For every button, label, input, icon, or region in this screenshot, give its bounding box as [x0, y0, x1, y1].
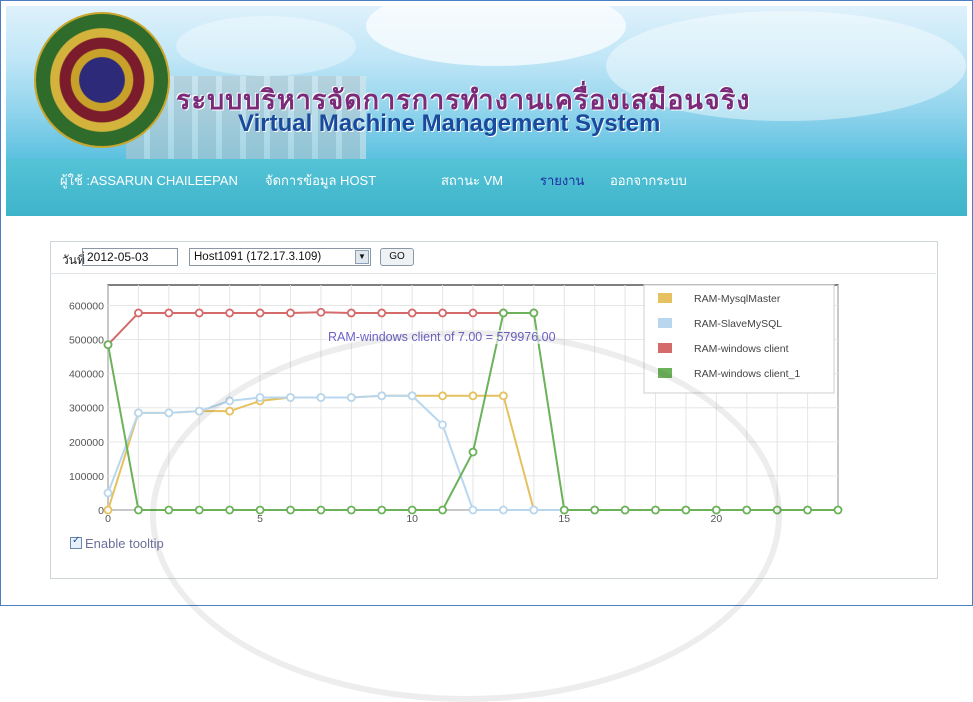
legend-label: RAM-windows client_1: [694, 368, 800, 380]
data-point: [316, 505, 326, 515]
data-point: [164, 505, 174, 515]
go-button[interactable]: GO: [380, 248, 414, 266]
x-tick-label: 0: [105, 513, 111, 525]
data-point: [377, 391, 387, 401]
data-point: [346, 308, 356, 318]
data-point: [438, 505, 447, 515]
data-point: [529, 308, 539, 318]
y-tick-label: 100000: [69, 471, 104, 483]
data-point: [134, 505, 143, 515]
data-point: [103, 340, 113, 350]
data-point: [255, 308, 265, 318]
data-point: [377, 308, 387, 318]
data-point: [316, 307, 326, 317]
data-point: [499, 391, 508, 401]
data-point: [225, 505, 235, 515]
nav-logout[interactable]: ออกจากระบบ: [610, 170, 687, 191]
data-point: [194, 406, 204, 416]
y-tick-label: 500000: [69, 335, 104, 347]
data-point: [286, 393, 295, 402]
data-point: [438, 420, 447, 430]
x-tick-label: 15: [558, 513, 570, 525]
data-point: [742, 505, 752, 515]
data-point: [468, 447, 478, 457]
data-point: [134, 408, 143, 418]
data-point: [194, 308, 204, 318]
data-point: [103, 488, 113, 498]
data-point: [559, 505, 569, 515]
data-point: [438, 308, 447, 318]
filter-bar: [50, 241, 936, 274]
x-tick-label: 20: [710, 513, 722, 525]
host-select-value: Host1091 (172.17.3.109): [194, 251, 322, 263]
data-point: [225, 406, 235, 416]
nav-report[interactable]: รายงาน: [540, 170, 584, 191]
data-point: [346, 505, 356, 515]
data-point: [103, 505, 113, 515]
data-point: [316, 393, 326, 402]
legend-swatch: [658, 343, 672, 353]
y-tick-label: 600000: [69, 300, 104, 312]
y-tick-label: 400000: [69, 369, 104, 381]
data-point: [286, 308, 295, 318]
data-point: [164, 308, 174, 318]
system-title-en: Virtual Machine Management System: [238, 110, 661, 137]
university-seal-icon: [34, 12, 170, 148]
legend-label: RAM-windows client: [694, 343, 789, 355]
date-input[interactable]: 2012-05-03: [82, 248, 178, 266]
enable-tooltip-label: Enable tooltip: [85, 536, 164, 551]
y-tick-label: 0: [98, 505, 104, 517]
legend-swatch: [658, 368, 672, 378]
data-point: [346, 393, 356, 402]
enable-tooltip-checkbox[interactable]: [70, 535, 82, 549]
data-point: [651, 505, 660, 515]
data-point: [681, 505, 691, 515]
data-point: [377, 505, 387, 515]
data-point: [438, 391, 447, 401]
y-tick-label: 200000: [69, 437, 104, 449]
chevron-down-icon[interactable]: ▼: [355, 250, 369, 264]
chart-tooltip: RAM-windows client of 7.00 = 579976.00: [326, 330, 558, 344]
data-point: [529, 505, 539, 515]
legend-label: RAM-MysqlMaster: [694, 293, 781, 305]
x-tick-label: 10: [406, 513, 418, 525]
data-point: [499, 505, 508, 515]
data-point: [803, 505, 812, 515]
data-point: [468, 505, 478, 515]
nav-vm-status[interactable]: สถานะ VM: [441, 170, 503, 191]
data-point: [772, 505, 782, 515]
host-select[interactable]: Host1091 (172.17.3.109) ▼: [189, 248, 371, 266]
data-point: [468, 308, 478, 318]
data-point: [407, 391, 417, 401]
data-point: [711, 505, 721, 515]
data-point: [407, 308, 417, 318]
nav-host-management[interactable]: จัดการข้อมูล HOST: [265, 170, 376, 191]
data-point: [286, 505, 295, 515]
data-point: [468, 391, 478, 401]
ram-line-chart: 0 100000 200000 300000 400000 500000 600000 0 5 1…: [69, 284, 843, 525]
x-tick-label: 5: [257, 513, 263, 525]
data-point: [225, 396, 235, 406]
data-point: [164, 408, 174, 418]
legend-label: RAM-SlaveMySQL: [694, 318, 782, 330]
legend-swatch: [658, 293, 672, 303]
data-point: [407, 505, 417, 515]
data-point: [590, 505, 600, 515]
data-point: [225, 308, 235, 318]
data-point: [255, 505, 265, 515]
nav-user-label: ผู้ใช้ :ASSARUN CHAILEEPAN: [60, 173, 238, 188]
data-point: [620, 505, 630, 515]
data-point: [833, 505, 843, 515]
y-tick-label: 300000: [69, 403, 104, 415]
data-point: [255, 393, 265, 402]
legend-swatch: [658, 318, 672, 328]
data-point: [194, 505, 204, 515]
data-point: [134, 308, 143, 318]
data-point: [499, 308, 508, 318]
